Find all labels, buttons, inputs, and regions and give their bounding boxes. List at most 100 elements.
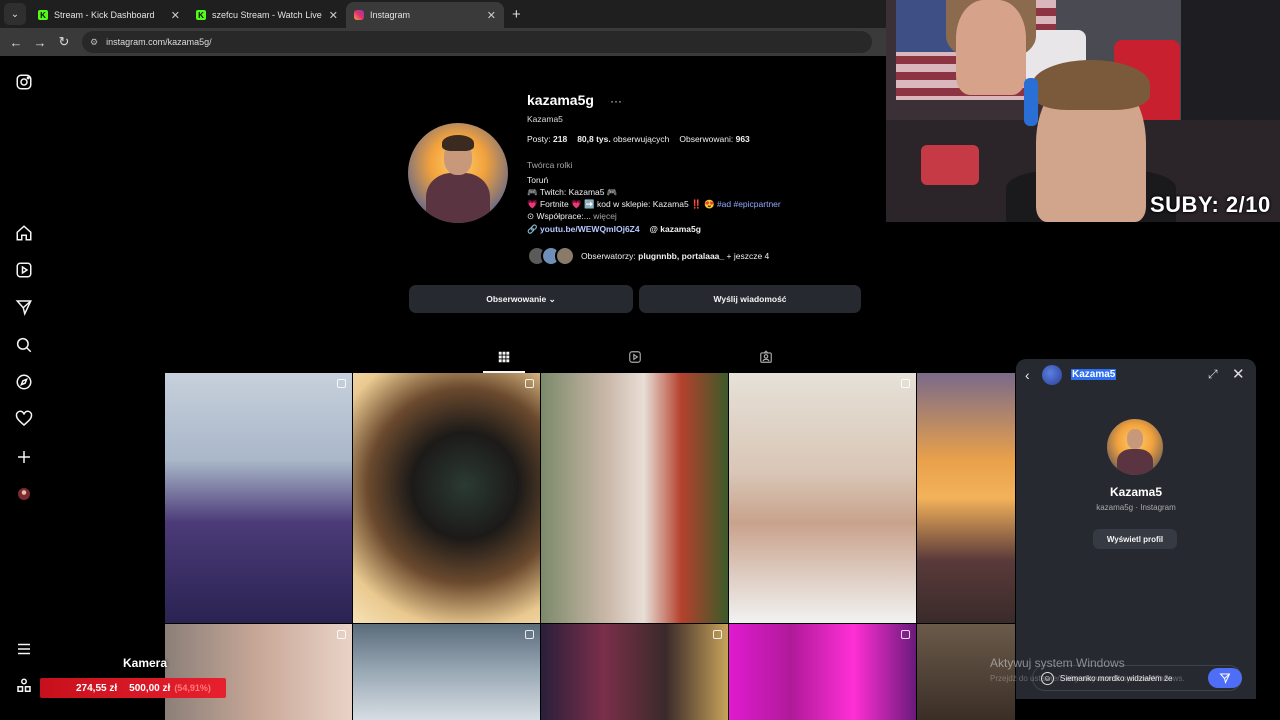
posts-grid-icon[interactable]: [496, 349, 512, 365]
goal-percent: (54,91%): [174, 683, 211, 693]
bio-line: 💗 Fortnite 💗 ➡️ kod w sklepie: Kazama5 ‼…: [527, 199, 781, 209]
profile-avatar[interactable]: [408, 123, 508, 223]
post-thumbnail[interactable]: [729, 373, 916, 623]
view-profile-button[interactable]: Wyświetl profil: [1093, 529, 1177, 549]
subs-goal-counter: SUBY: 2/10: [1150, 192, 1271, 217]
post-thumbnail[interactable]: [729, 624, 916, 720]
close-tab-icon[interactable]: ✕: [487, 9, 496, 22]
goal-current: 274,55 zł: [76, 682, 118, 694]
threads-link[interactable]: @ kazama5g: [650, 224, 701, 235]
profile-username: kazama5g: [527, 92, 594, 108]
instagram-logo-icon[interactable]: [14, 72, 34, 92]
back-arrow-icon[interactable]: ←: [4, 35, 28, 50]
camera-label: Kamera: [123, 656, 168, 670]
post-thumbnail[interactable]: [917, 373, 1015, 623]
post-thumbnail[interactable]: [165, 624, 352, 720]
reels-tab-icon[interactable]: [627, 349, 643, 365]
webcam-overlay: [886, 0, 1280, 222]
heart-icon[interactable]: [14, 409, 34, 429]
followed-by[interactable]: Obserwatorzy: plugnnbb, portalaaa_ + jes…: [527, 246, 769, 266]
post-thumbnail[interactable]: [165, 373, 352, 623]
browser-tab-strip: ⌄ K Stream - Kick Dashboard ✕ K szefcu S…: [0, 0, 886, 28]
expand-icon[interactable]: ⤢: [1208, 367, 1218, 382]
followers-count[interactable]: 80,8 tys. obserwujących: [577, 134, 669, 144]
follower-avatar: [555, 246, 575, 266]
close-tab-icon[interactable]: ✕: [329, 9, 338, 22]
post-thumbnail[interactable]: [917, 624, 1015, 720]
site-info-icon[interactable]: ⚙: [90, 37, 98, 48]
kick-icon: K: [196, 10, 206, 20]
external-link[interactable]: 🔗 youtu.be/WEWQmIOj6Z4: [527, 224, 640, 235]
reels-icon[interactable]: [14, 260, 34, 280]
create-icon[interactable]: [14, 447, 34, 467]
apps-icon[interactable]: [14, 676, 34, 696]
tagged-icon[interactable]: [758, 349, 774, 365]
profile-tabs: [165, 345, 1015, 373]
multi-post-icon: [525, 379, 534, 388]
back-chevron-icon[interactable]: ‹: [1025, 367, 1030, 383]
menu-icon[interactable]: [14, 639, 34, 659]
post-thumbnail[interactable]: [353, 373, 540, 623]
bio-line: ⊙ Współprace:... więcej: [527, 211, 617, 221]
close-tab-icon[interactable]: ✕: [171, 9, 180, 22]
messages-icon[interactable]: [14, 297, 34, 317]
posts-count: Posty: 218: [527, 134, 568, 144]
profile-links: 🔗 youtu.be/WEWQmIOj6Z4 @ kazama5g: [527, 224, 701, 235]
multi-post-icon: [525, 630, 534, 639]
posts-grid: [165, 373, 1015, 720]
instagram-sidebar: [0, 56, 48, 720]
url-bar[interactable]: ⚙ instagram.com/kazama5g/: [82, 31, 872, 53]
new-tab-button[interactable]: +: [512, 6, 521, 23]
profile-avatar-icon[interactable]: [14, 484, 34, 504]
forward-arrow-icon[interactable]: →: [28, 35, 52, 50]
chat-avatar-large: [1107, 419, 1163, 475]
chat-avatar-small: [1042, 365, 1062, 385]
close-icon[interactable]: ✕: [1232, 365, 1245, 383]
multi-post-icon: [337, 630, 346, 639]
hashtag-link[interactable]: #ad #epicpartner: [717, 199, 781, 209]
chat-contact-sub: kazama5g · Instagram: [1096, 503, 1176, 512]
windows-activation-watermark: Aktywuj system Windows: [990, 656, 1125, 670]
profile-stats: Posty: 218 80,8 tys. obserwujących Obser…: [527, 134, 750, 144]
more-options-icon[interactable]: ···: [610, 94, 622, 108]
reload-icon[interactable]: ↻: [52, 34, 76, 50]
chat-header-name[interactable]: Kazama5: [1071, 369, 1117, 380]
tab-title: szefcu Stream - Watch Live on Kick: [212, 10, 323, 20]
send-icon: [1219, 673, 1231, 684]
profile-bio: Twórca rolki Toruń 🎮 Twitch: Kazama5 🎮 💗…: [527, 159, 827, 222]
post-thumbnail[interactable]: [353, 624, 540, 720]
windows-activation-subtext: Przejdź do ustawień, aby aktywować syste…: [990, 674, 1185, 683]
more-link[interactable]: więcej: [593, 211, 617, 221]
tab-kick-stream[interactable]: K szefcu Stream - Watch Live on Kick ✕: [188, 2, 346, 28]
multi-post-icon: [337, 379, 346, 388]
url-text: instagram.com/kazama5g/: [106, 37, 212, 47]
bio-line: 🎮 Twitch: Kazama5 🎮: [527, 187, 618, 197]
home-icon[interactable]: [14, 223, 34, 243]
profile-category: Twórca rolki: [527, 160, 573, 170]
multi-post-icon: [713, 630, 722, 639]
send-message-button[interactable]: Wyślij wiadomość: [639, 285, 861, 313]
chat-contact-name: Kazama5: [1109, 485, 1163, 499]
post-thumbnail[interactable]: [541, 373, 728, 623]
address-toolbar: ← → ↻ ⚙ instagram.com/kazama5g/: [0, 28, 886, 56]
profile-full-name: Kazama5: [527, 114, 563, 124]
following-button[interactable]: Obserwowanie ⌄: [409, 285, 633, 313]
search-icon[interactable]: [14, 335, 34, 355]
goal-target: 500,00 zł: [129, 682, 171, 694]
explore-icon[interactable]: [14, 372, 34, 392]
multi-post-icon: [901, 379, 910, 388]
donation-goal-bar: 274,55 zł 500,00 zł (54,91%): [40, 678, 226, 698]
tab-title: Stream - Kick Dashboard: [54, 10, 155, 20]
tab-kick-dashboard[interactable]: K Stream - Kick Dashboard ✕: [30, 2, 188, 28]
kick-icon: K: [38, 10, 48, 20]
instagram-icon: [354, 10, 364, 20]
post-thumbnail[interactable]: [541, 624, 728, 720]
tab-title: Instagram: [370, 10, 411, 20]
following-count[interactable]: Obserwowani: 963: [679, 134, 749, 144]
bio-line: Toruń: [527, 175, 549, 185]
multi-post-icon: [901, 630, 910, 639]
tab-search-button[interactable]: ⌄: [4, 3, 26, 25]
tab-instagram[interactable]: Instagram ✕: [346, 2, 504, 28]
chat-popup: ‹ Kazama5 ⤢ ✕ Kazama5 kazama5g · Instagr…: [1016, 359, 1256, 699]
send-button[interactable]: [1208, 668, 1242, 688]
